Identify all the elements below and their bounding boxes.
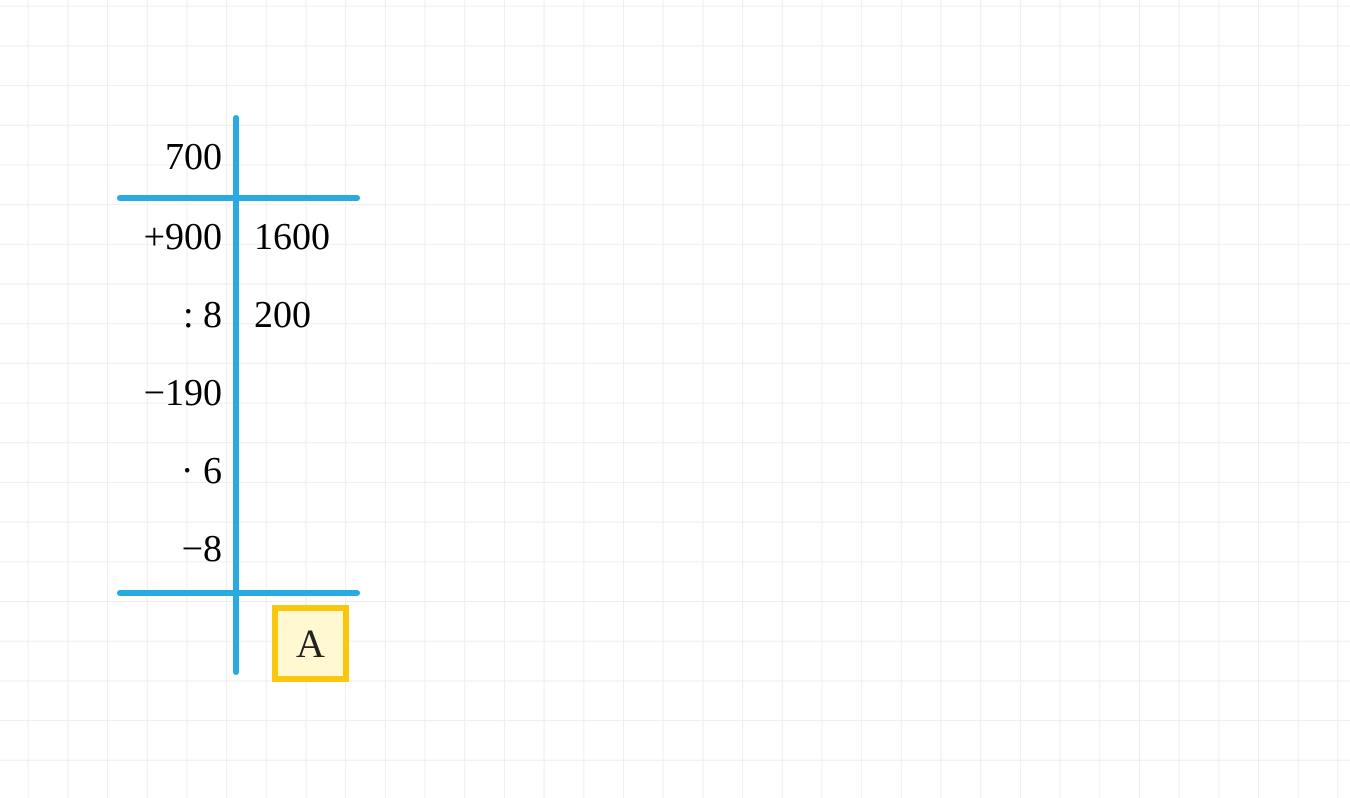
op-1: +900 bbox=[92, 215, 222, 259]
divider-top bbox=[117, 195, 360, 201]
op-4: · 6 bbox=[92, 449, 222, 493]
divider-bottom bbox=[117, 590, 360, 596]
answer-box: A bbox=[272, 605, 349, 682]
op-3: −190 bbox=[92, 371, 222, 415]
start-value: 700 bbox=[92, 135, 222, 179]
res-1: 1600 bbox=[254, 215, 384, 259]
answer-label: A bbox=[296, 620, 325, 667]
res-2: 200 bbox=[254, 293, 384, 337]
diagram-canvas: 700 +900 1600 : 8 200 −190 · 6 −8 A bbox=[0, 0, 1350, 798]
op-5: −8 bbox=[92, 527, 222, 571]
op-2: : 8 bbox=[92, 293, 222, 337]
